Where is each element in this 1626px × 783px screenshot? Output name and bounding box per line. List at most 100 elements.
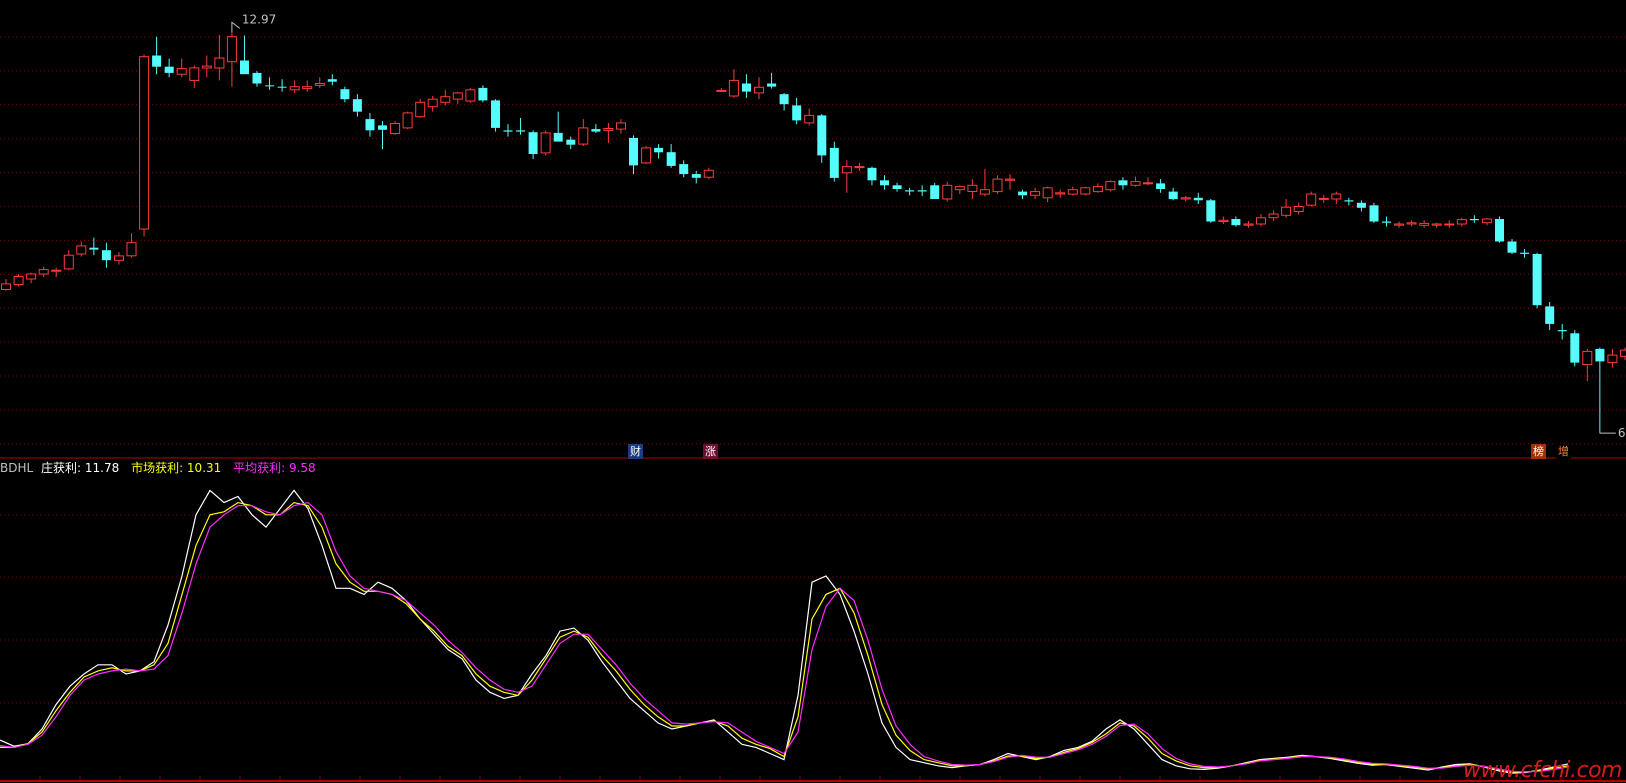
candle[interactable] (679, 160, 689, 178)
candle[interactable] (378, 121, 387, 150)
candle[interactable] (1331, 191, 1342, 204)
candle[interactable] (1080, 186, 1091, 196)
candle[interactable] (1306, 191, 1317, 207)
indicator-panel[interactable] (0, 489, 1626, 781)
candle[interactable] (728, 69, 739, 98)
candle[interactable] (1067, 186, 1078, 196)
candle[interactable] (1532, 252, 1542, 309)
candle[interactable] (114, 252, 124, 265)
candle[interactable] (566, 136, 576, 150)
candle[interactable] (1180, 195, 1191, 202)
candle[interactable] (452, 91, 463, 105)
candle[interactable] (1456, 217, 1467, 227)
candle[interactable] (314, 77, 325, 88)
candle[interactable] (1431, 222, 1442, 228)
candle[interactable] (327, 74, 337, 86)
candle[interactable] (1156, 179, 1166, 193)
candle[interactable] (1469, 215, 1479, 223)
event-marker[interactable]: 财 (628, 444, 643, 459)
candle[interactable] (152, 36, 162, 75)
candle[interactable] (1344, 197, 1354, 206)
candle[interactable] (63, 250, 74, 271)
candle[interactable] (1281, 199, 1292, 218)
candle[interactable] (804, 108, 815, 126)
candle[interactable] (1607, 348, 1618, 368)
candle[interactable] (1406, 220, 1417, 227)
candle[interactable] (465, 87, 476, 103)
candle[interactable] (214, 34, 225, 81)
candle[interactable] (1369, 202, 1379, 223)
candle[interactable] (917, 185, 927, 196)
candle[interactable] (1293, 202, 1304, 215)
candle[interactable] (1231, 216, 1241, 227)
candle[interactable] (540, 130, 551, 156)
candle[interactable] (1356, 200, 1366, 212)
candle[interactable] (792, 97, 802, 125)
candle[interactable] (817, 114, 827, 163)
candle[interactable] (1206, 199, 1216, 223)
candle[interactable] (265, 77, 275, 90)
candle[interactable] (176, 58, 187, 78)
candle[interactable] (1005, 174, 1015, 190)
event-marker[interactable]: 榜 (1531, 444, 1546, 459)
candle[interactable] (1394, 221, 1405, 228)
candle[interactable] (930, 182, 940, 199)
candle[interactable] (76, 241, 87, 257)
candle[interactable] (1092, 183, 1103, 193)
candle[interactable] (38, 266, 49, 278)
candle[interactable] (1193, 192, 1203, 204)
candle[interactable] (289, 80, 300, 93)
candle[interactable] (101, 242, 111, 268)
candle[interactable] (51, 267, 62, 278)
candle[interactable] (89, 237, 99, 256)
candle[interactable] (578, 119, 589, 146)
candle[interactable] (1030, 187, 1041, 199)
candle[interactable] (352, 94, 362, 117)
candle[interactable] (201, 55, 212, 78)
price-panel[interactable]: 12.97 6.55 (0, 12, 1626, 445)
candle[interactable] (1018, 189, 1028, 199)
indicator-lines[interactable] (0, 489, 1569, 774)
event-marker[interactable]: 增 (1556, 444, 1571, 459)
candle[interactable] (1168, 187, 1178, 201)
candle[interactable] (277, 79, 287, 92)
candle[interactable] (829, 141, 839, 182)
candle[interactable] (503, 124, 513, 137)
candle[interactable] (1143, 177, 1153, 186)
candle[interactable] (716, 87, 727, 92)
candle[interactable] (491, 99, 500, 132)
line-market-profit[interactable] (0, 501, 1569, 773)
candle[interactable] (1130, 176, 1141, 187)
candle[interactable] (641, 146, 652, 165)
candle[interactable] (553, 111, 563, 142)
candle[interactable] (1495, 216, 1504, 243)
candle[interactable] (390, 121, 401, 135)
candle[interactable] (616, 119, 626, 134)
candle[interactable] (591, 124, 601, 133)
candle[interactable] (992, 175, 1003, 194)
candle[interactable] (841, 160, 852, 193)
candle[interactable] (1419, 220, 1430, 228)
candle[interactable] (1507, 239, 1517, 254)
candle[interactable] (767, 72, 777, 89)
candle[interactable] (26, 272, 37, 284)
candle[interactable] (603, 122, 614, 143)
candle[interactable] (164, 58, 174, 78)
candle[interactable] (979, 169, 990, 197)
candle[interactable] (967, 179, 978, 199)
candle[interactable] (1481, 217, 1492, 226)
candle[interactable] (189, 65, 200, 88)
candle[interactable] (1042, 186, 1053, 203)
candle[interactable] (252, 71, 262, 87)
candle[interactable] (892, 182, 902, 192)
candle[interactable] (528, 130, 538, 160)
candle[interactable] (1444, 220, 1455, 228)
candle[interactable] (478, 85, 488, 103)
candle[interactable] (1520, 249, 1530, 258)
event-marker[interactable]: 涨 (703, 444, 718, 459)
candle[interactable] (942, 181, 953, 202)
candle[interactable] (302, 80, 313, 92)
candle[interactable] (1243, 220, 1254, 228)
candle[interactable] (1118, 177, 1128, 190)
candle[interactable] (666, 144, 676, 168)
